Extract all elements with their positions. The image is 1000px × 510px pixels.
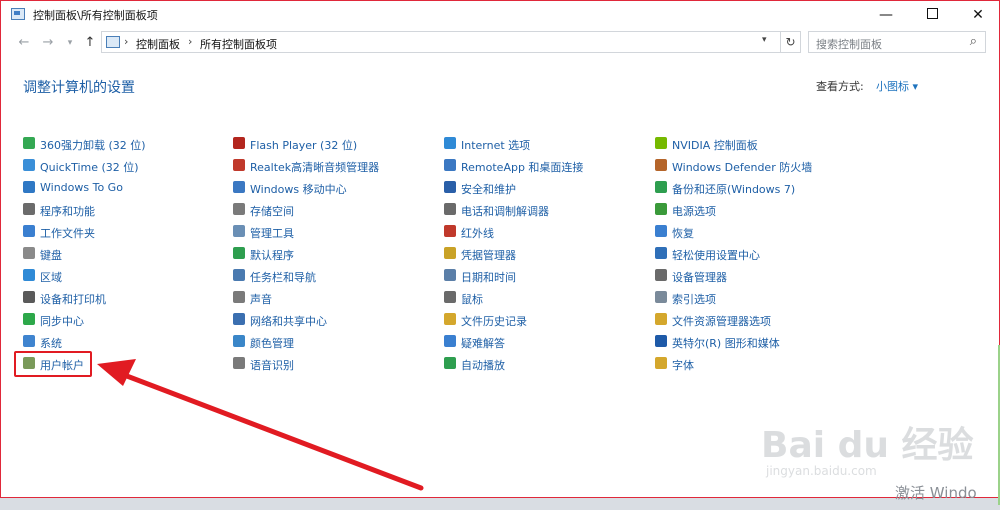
activate-windows-text: 激活 Windo <box>895 484 977 502</box>
arrow-shaft <box>116 370 424 491</box>
control-panel-window: 控制面板\所有控制面板项 — ✕ ← → ▾ ↑ › 控制面板 › 所有控制面板… <box>0 0 1000 498</box>
watermark-brand: Bai du 经验 <box>761 425 974 466</box>
arrow-head <box>97 359 136 386</box>
watermark-url: jingyan.baidu.com <box>766 464 877 478</box>
